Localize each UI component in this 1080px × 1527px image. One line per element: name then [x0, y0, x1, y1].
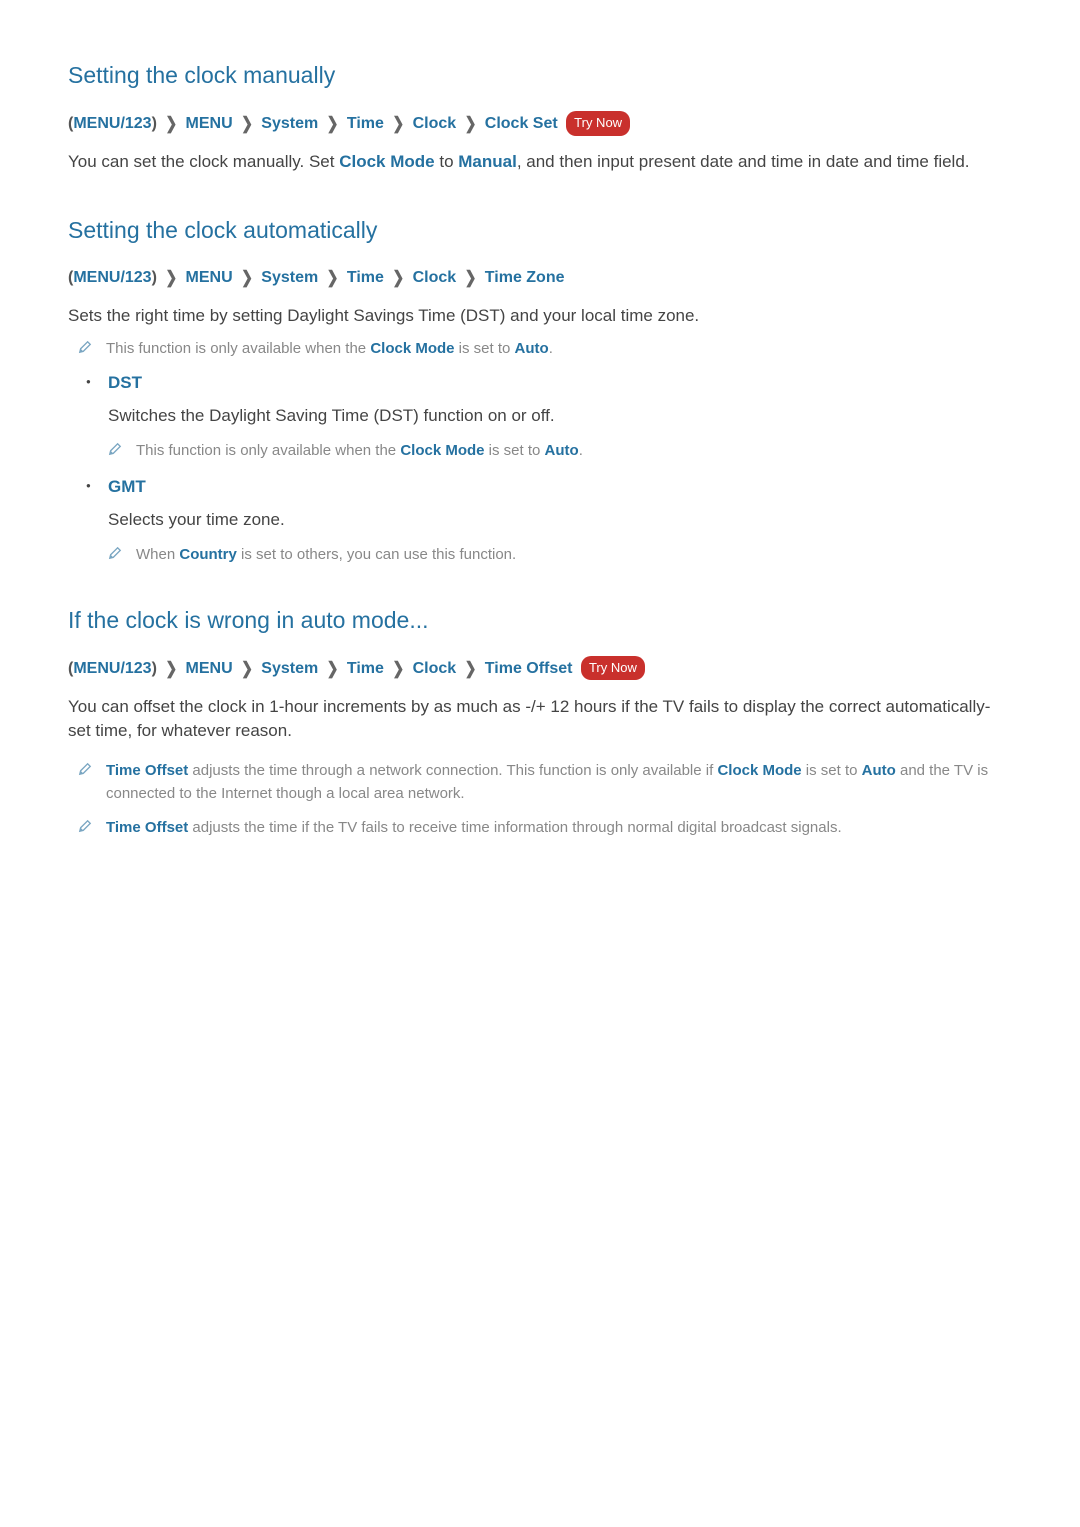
options-list: DST Switches the Daylight Saving Time (D… [68, 373, 1012, 567]
chevron-right-icon: ❯ [241, 111, 253, 136]
note-text: Time Offset adjusts the time through a n… [106, 760, 1012, 805]
heading-clock-wrong: If the clock is wrong in auto mode... [68, 607, 1012, 634]
option-desc-dst: Switches the Daylight Saving Time (DST) … [108, 403, 1012, 429]
option-name-gmt: GMT [108, 477, 1012, 497]
pencil-icon [78, 819, 92, 838]
try-now-button[interactable]: Try Now [566, 111, 630, 136]
chevron-right-icon: ❯ [327, 656, 339, 681]
bc-time: Time [347, 115, 384, 132]
bc-time: Time [347, 269, 384, 286]
bc-clock: Clock [413, 269, 457, 286]
hl-clock-mode: Clock Mode [339, 152, 434, 171]
bc-system: System [261, 269, 318, 286]
note-dst: This function is only available when the… [108, 440, 1012, 463]
paragraph-clock-auto: Sets the right time by setting Daylight … [68, 304, 1012, 329]
bc-clock: Clock [413, 115, 457, 132]
note-text: This function is only available when the… [136, 440, 583, 463]
chevron-right-icon: ❯ [465, 265, 477, 290]
note-text: When Country is set to others, you can u… [136, 544, 516, 567]
note-text: Time Offset adjusts the time if the TV f… [106, 817, 842, 840]
hl-manual: Manual [458, 152, 517, 171]
bc-system: System [261, 115, 318, 132]
note-gmt: When Country is set to others, you can u… [108, 544, 1012, 567]
section-clock-auto: Setting the clock automatically (MENU/12… [68, 217, 1012, 567]
option-dst: DST Switches the Daylight Saving Time (D… [86, 373, 1012, 463]
breadcrumb-button: MENU/123 [73, 115, 151, 132]
heading-clock-auto: Setting the clock automatically [68, 217, 1012, 244]
bc-menu: MENU [186, 269, 233, 286]
breadcrumb-time-zone: (MENU/123) ❯ MENU ❯ System ❯ Time ❯ Cloc… [68, 266, 1012, 290]
chevron-right-icon: ❯ [165, 656, 177, 681]
breadcrumb-button: MENU/123 [73, 269, 151, 286]
note-time-offset-broadcast: Time Offset adjusts the time if the TV f… [68, 817, 1012, 840]
note-clock-mode-auto: This function is only available when the… [68, 338, 1012, 361]
paragraph-clock-manual: You can set the clock manually. Set Cloc… [68, 150, 1012, 175]
note-text: This function is only available when the… [106, 338, 553, 361]
bc-time: Time [347, 660, 384, 677]
chevron-right-icon: ❯ [465, 111, 477, 136]
pencil-icon [78, 340, 92, 359]
pencil-icon [108, 546, 122, 565]
chevron-right-icon: ❯ [165, 111, 177, 136]
bc-time-offset: Time Offset [485, 660, 573, 677]
bc-time-zone: Time Zone [485, 269, 565, 286]
chevron-right-icon: ❯ [327, 265, 339, 290]
section-clock-manual: Setting the clock manually (MENU/123) ❯ … [68, 62, 1012, 175]
try-now-button[interactable]: Try Now [581, 656, 645, 681]
option-name-dst: DST [108, 373, 1012, 393]
chevron-right-icon: ❯ [165, 265, 177, 290]
chevron-right-icon: ❯ [392, 265, 404, 290]
paragraph-time-offset: You can offset the clock in 1-hour incre… [68, 695, 1012, 744]
section-clock-wrong: If the clock is wrong in auto mode... (M… [68, 607, 1012, 840]
chevron-right-icon: ❯ [465, 656, 477, 681]
chevron-right-icon: ❯ [392, 656, 404, 681]
option-desc-gmt: Selects your time zone. [108, 507, 1012, 533]
option-gmt: GMT Selects your time zone. When Country… [86, 477, 1012, 567]
breadcrumb-button: MENU/123 [73, 660, 151, 677]
chevron-right-icon: ❯ [327, 111, 339, 136]
heading-clock-manual: Setting the clock manually [68, 62, 1012, 89]
bc-menu: MENU [186, 660, 233, 677]
note-time-offset-network: Time Offset adjusts the time through a n… [68, 760, 1012, 805]
breadcrumb-time-offset: (MENU/123) ❯ MENU ❯ System ❯ Time ❯ Cloc… [68, 656, 1012, 681]
chevron-right-icon: ❯ [241, 656, 253, 681]
bc-clock: Clock [413, 660, 457, 677]
bc-menu: MENU [186, 115, 233, 132]
chevron-right-icon: ❯ [241, 265, 253, 290]
chevron-right-icon: ❯ [392, 111, 404, 136]
breadcrumb-clock-set: (MENU/123) ❯ MENU ❯ System ❯ Time ❯ Cloc… [68, 111, 1012, 136]
bc-system: System [261, 660, 318, 677]
bc-clock-set: Clock Set [485, 115, 558, 132]
pencil-icon [78, 762, 92, 781]
pencil-icon [108, 442, 122, 461]
